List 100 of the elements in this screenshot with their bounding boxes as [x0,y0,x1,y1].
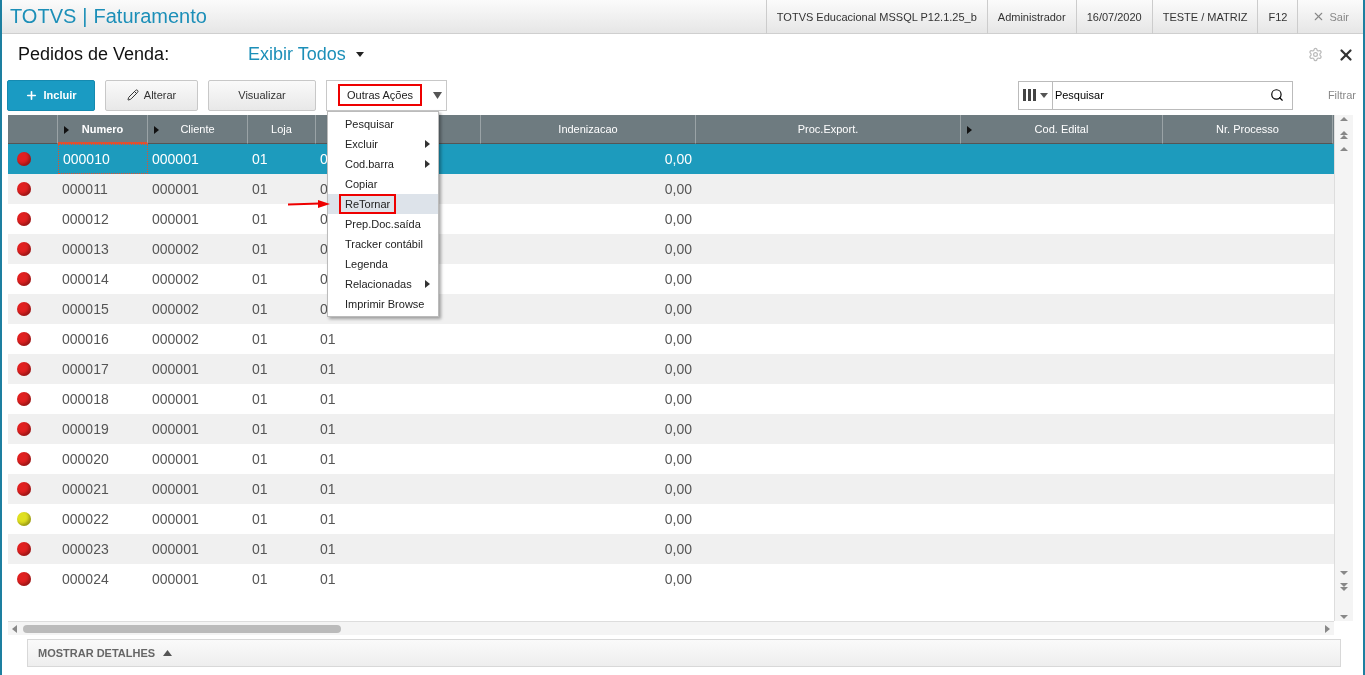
caret-icon [355,52,364,57]
table-cell: 01 [320,391,336,407]
session-info: TOTVS Educacional MSSQL P12.1.25_b [765,0,987,34]
table-row[interactable]: 000021 000001 01 01 0,00 [8,474,1334,504]
menu-item[interactable]: Tracker contábil [328,234,438,254]
table-cell: 000002 [152,331,199,347]
table-cell: 0,00 [664,421,692,437]
sort-arrow-icon [154,126,159,134]
table-cell: 01 [252,511,268,527]
table-cell: 01 [320,571,336,587]
scroll-down-icon[interactable] [1339,569,1349,621]
table-cell: 000001 [152,571,199,587]
session-info: F12 [1257,0,1298,34]
table-cell: 000001 [152,151,199,167]
vertical-scrollbar[interactable] [1334,115,1353,621]
menu-item[interactable]: Imprimir Browse [328,294,438,314]
sort-arrow-icon [64,126,69,134]
show-details-button[interactable]: MOSTRAR DETALHES [38,647,173,659]
table-cell: 0 [320,301,328,317]
scrollbar-thumb[interactable] [23,624,341,633]
settings-icon[interactable] [1308,47,1323,62]
filter-link[interactable]: Filtrar [1327,89,1356,101]
table-cell: 0,00 [664,331,692,347]
table-cell: 01 [320,451,336,467]
table-cell: 000002 [152,241,199,257]
toolbar-button[interactable]: Alterar [105,79,198,111]
menu-item[interactable]: ReTornar [328,194,438,214]
table-cell: 0,00 [664,241,692,257]
caret-icon [163,650,173,656]
table-row[interactable]: 000019 000001 01 01 0,00 [8,414,1334,444]
table-cell: 000017 [62,361,109,377]
scroll-right-icon[interactable] [1325,624,1330,633]
table-cell: 01 [320,421,336,437]
arrow-icon [288,199,330,209]
table-cell: 000001 [152,451,199,467]
table-cell: 0,00 [664,271,692,287]
search-bar[interactable]: Pesquisar [1017,80,1293,110]
session-info: 16/07/2020 [1075,0,1152,34]
submenu-arrow-icon [425,140,430,148]
caret-icon [433,91,442,99]
table-cell: 01 [320,511,336,527]
table-cell: 000010 [63,151,110,167]
table-cell: 01 [252,301,268,317]
sort-arrow-icon [967,126,972,134]
table-cell: 0,00 [664,211,692,227]
table-cell: 000024 [62,571,109,587]
table-cell: 0,00 [664,451,692,467]
table-cell: 01 [320,331,336,347]
menu-item[interactable]: Relacionadas [328,274,438,294]
table-cell: 0,00 [664,541,692,557]
table-cell: 000001 [152,511,199,527]
table-cell: 000016 [62,331,109,347]
toolbar-button[interactable]: Visualizar [208,79,316,111]
scroll-left-icon[interactable] [12,624,17,633]
table-cell: 000001 [152,211,199,227]
table-cell: 0,00 [664,571,692,587]
table-cell: 000002 [152,271,199,287]
table-cell: 000001 [152,481,199,497]
table-cell: 01 [320,481,336,497]
table-cell: 01 [320,541,336,557]
table-cell: 000002 [152,301,199,317]
table-cell: 000001 [152,361,199,377]
table-cell: 000021 [62,481,109,497]
table-cell: 01 [252,481,268,497]
search-icon[interactable] [1269,88,1284,102]
table-cell: 000018 [62,391,109,407]
table-cell: 000020 [62,451,109,467]
table-cell: 0,00 [664,301,692,317]
table-cell: 01 [252,181,268,197]
table-cell: 000023 [62,541,109,557]
table-cell: 01 [252,241,268,257]
plus-icon [25,88,39,102]
menu-item[interactable]: Cod.barra [328,154,438,174]
more-actions-dropdown[interactable]: Outras Ações [326,79,447,111]
page-title: Pedidos de Venda: [18,44,171,65]
submenu-arrow-icon [425,160,430,168]
view-filter-dropdown[interactable]: Exibir Todos [248,44,364,65]
menu-item[interactable]: Copiar [328,174,438,194]
table-cell: 0,00 [664,391,692,407]
table-cell: 000019 [62,421,109,437]
table-cell: 0 [320,181,328,197]
menu-item[interactable]: Pesquisar [328,114,438,134]
more-actions-button[interactable]: Outras Ações [338,84,423,106]
table-cell: 01 [252,541,268,557]
table-cell: 000013 [62,241,109,257]
table-cell: 000001 [152,541,199,557]
table-cell: 01 [252,331,268,347]
table-cell: 0,00 [664,511,692,527]
table-cell: 01 [252,451,268,467]
table-cell: 000001 [152,181,199,197]
table-cell: 01 [252,271,268,287]
session-info: Administrador [986,0,1076,34]
table-row[interactable]: 000023 000001 01 01 0,00 [8,534,1334,564]
session-info: TESTE / MATRIZ [1151,0,1258,34]
menu-item[interactable]: Prep.Doc.saída [328,214,438,234]
table-cell: 01 [252,571,268,587]
table-row[interactable]: 000017 000001 01 01 0,00 [8,354,1334,384]
table-cell: 000011 [62,181,108,197]
table-cell: 0,00 [664,361,692,377]
table-cell: 000012 [62,211,109,227]
